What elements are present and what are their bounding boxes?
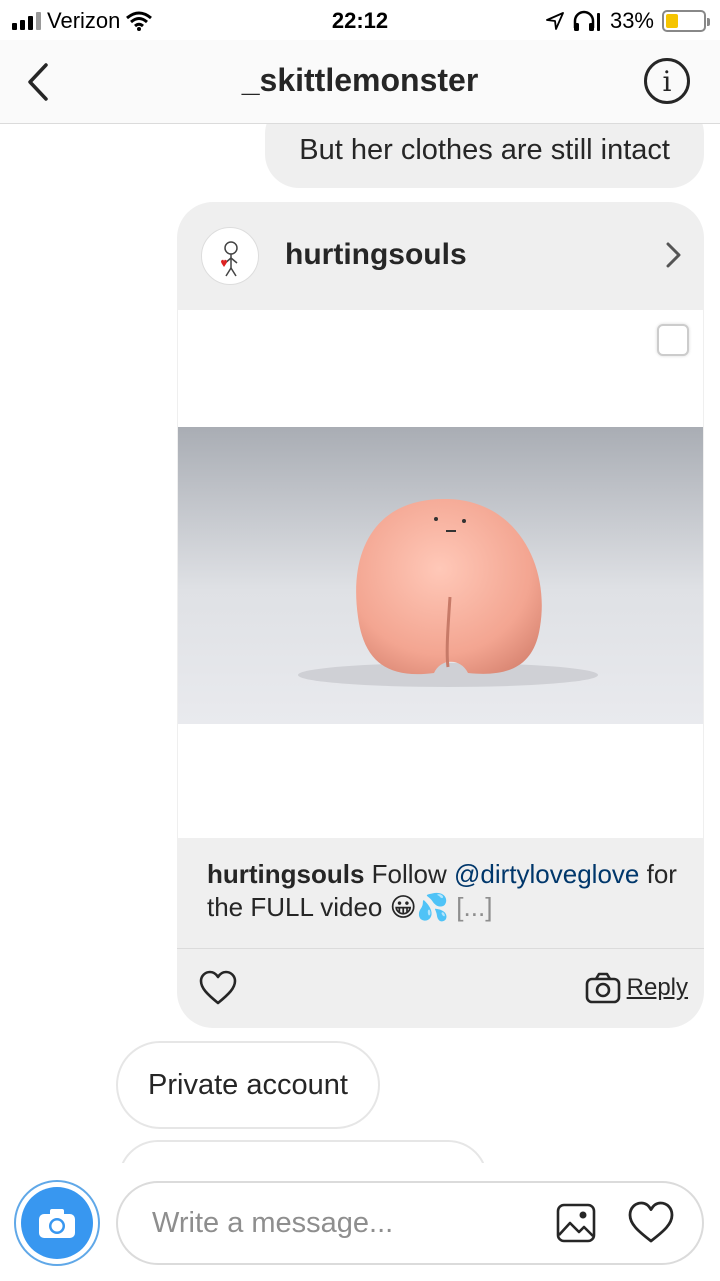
battery-percent: 33% [609, 8, 654, 33]
info-icon: i [662, 64, 672, 98]
multi-select-icon [657, 324, 689, 356]
video-thumbnail [178, 427, 703, 724]
caption-prefix: Follow [364, 859, 455, 889]
heart-icon[interactable] [199, 970, 237, 1006]
avatar-icon [221, 241, 238, 277]
message-input[interactable] [152, 1201, 532, 1245]
shared-post-header[interactable]: hurtingsouls [177, 202, 704, 308]
battery-fill [666, 14, 678, 28]
message-input-container[interactable] [116, 1181, 704, 1265]
caption-username[interactable]: hurtingsouls [207, 859, 364, 889]
status-right: 33% [546, 8, 710, 34]
shared-post-username[interactable]: hurtingsouls [285, 238, 467, 272]
camera-icon [585, 972, 620, 1004]
info-button[interactable]: i [644, 58, 690, 104]
headphones-icon [573, 10, 600, 31]
location-arrow-icon [546, 12, 564, 30]
caption-mention[interactable]: @dirtyloveglove [454, 859, 639, 889]
message-text: Private account [148, 1068, 348, 1101]
chevron-right-icon[interactable] [664, 240, 684, 270]
message-bubble[interactable]: Private account [116, 1041, 380, 1129]
message-composer [0, 1163, 720, 1281]
shared-post-caption: hurtingsouls Follow @dirtyloveglove for … [207, 858, 677, 924]
shared-post-media[interactable] [178, 310, 703, 838]
reply-label[interactable]: Reply [627, 974, 688, 1002]
divider [177, 948, 704, 949]
camera-button-fill [21, 1187, 93, 1259]
status-bar: Verizon 22:12 33% [0, 0, 720, 40]
chat-title[interactable]: _skittlemonster [0, 62, 720, 99]
message-text: But her clothes are still intact [299, 133, 670, 166]
caption-more[interactable]: [...] [456, 892, 492, 922]
camera-button[interactable] [14, 1180, 100, 1266]
battery-icon [662, 10, 710, 32]
chat-header: _skittlemonster i [0, 40, 720, 124]
camera-icon [39, 1209, 75, 1238]
heart-icon[interactable] [628, 1201, 674, 1245]
avatar[interactable] [201, 227, 259, 285]
reply-button[interactable]: Reply [585, 972, 688, 1004]
shared-post-card[interactable]: hurtingsouls hurtingsouls Follow @dirtyl… [177, 202, 704, 1028]
gallery-icon[interactable] [556, 1203, 596, 1243]
